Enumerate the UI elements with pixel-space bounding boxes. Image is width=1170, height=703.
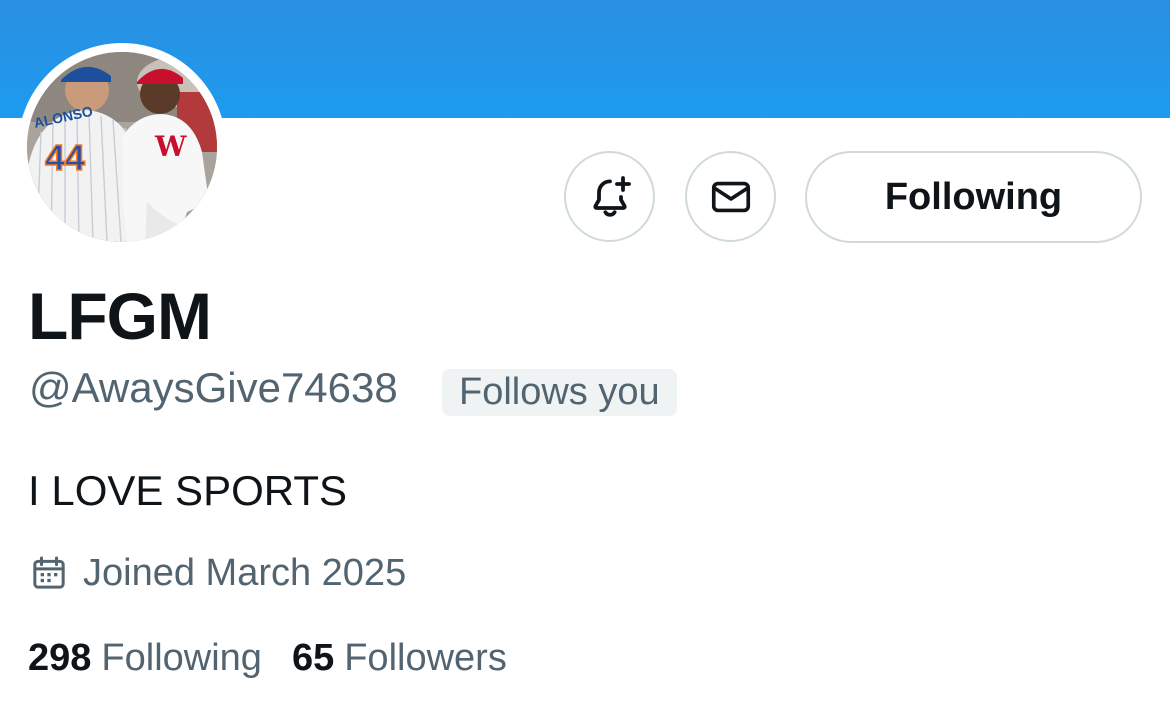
bell-plus-icon (592, 175, 631, 217)
follows-you-badge: Follows you (442, 369, 677, 416)
calendar-icon (33, 556, 65, 589)
svg-text:W: W (154, 130, 187, 163)
avatar-jersey-number: 44 (45, 137, 85, 178)
envelope-icon (711, 181, 750, 212)
profile-bio: I LOVE SPORTS (28, 467, 347, 514)
display-name: LFGM (28, 279, 212, 353)
following-stat[interactable]: 298 Following (28, 634, 262, 682)
following-label: Following (101, 637, 262, 679)
avatar[interactable]: ALONSO 44 W (27, 52, 217, 242)
followers-count: 65 (291, 637, 335, 679)
user-handle: @AwaysGive74638 (29, 364, 398, 411)
follow-stats: 298 Following 65 Followers (28, 634, 507, 682)
joined-date: Joined March 2025 (29, 549, 406, 597)
message-button[interactable] (685, 151, 776, 242)
avatar-photo: ALONSO 44 W (27, 52, 217, 242)
notifications-button[interactable] (564, 151, 655, 242)
joined-text: Joined March 2025 (83, 552, 407, 594)
following-button[interactable]: Following (805, 151, 1142, 243)
followers-stat[interactable]: 65 Followers (292, 634, 507, 682)
following-count: 298 (28, 637, 92, 679)
followers-label: Followers (344, 637, 507, 679)
